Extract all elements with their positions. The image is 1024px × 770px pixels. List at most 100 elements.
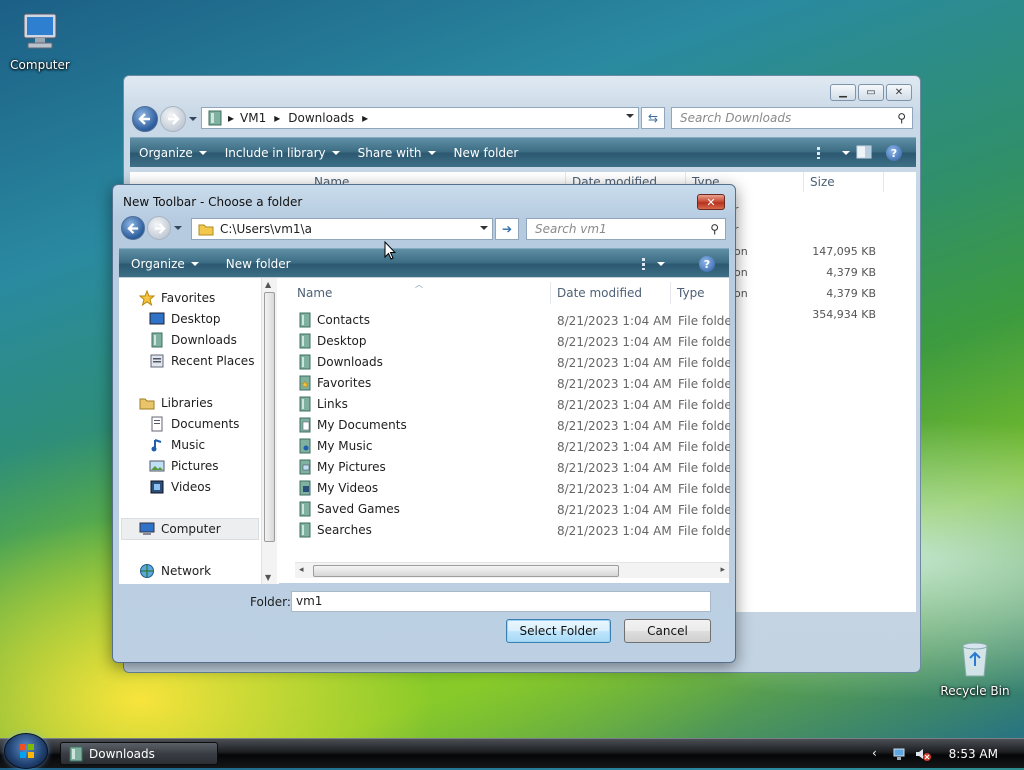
cancel-button[interactable]: Cancel	[624, 619, 711, 643]
close-button[interactable]: ✕	[886, 84, 912, 101]
table-row[interactable]: My Music 8/21/2023 1:04 AM File folder	[297, 436, 730, 457]
minimize-button[interactable]: ▁	[830, 84, 856, 101]
back-arrow-icon	[138, 113, 150, 125]
start-button[interactable]	[4, 733, 48, 769]
close-icon: ✕	[706, 195, 716, 209]
network-tray-icon[interactable]	[892, 746, 908, 762]
nav-favorites-desktop[interactable]: Desktop	[149, 309, 221, 329]
file-list-horizontal-scrollbar[interactable]: ◂ ▸	[295, 562, 729, 578]
address-dropdown[interactable]	[480, 226, 488, 230]
type-cell: on	[734, 245, 748, 258]
organize-menu[interactable]: Organize	[130, 138, 216, 167]
recent-pages-dropdown[interactable]	[174, 226, 182, 230]
minimize-icon: ▁	[839, 87, 847, 98]
recent-pages-dropdown[interactable]	[189, 117, 197, 121]
navigation-pane-scrollbar[interactable]: ▲ ▼	[261, 278, 277, 584]
column-header-size[interactable]: Size	[804, 172, 884, 192]
scroll-left-icon[interactable]: ◂	[299, 565, 304, 575]
refresh-button[interactable]: ⇆	[641, 107, 665, 129]
table-row[interactable]: My Videos 8/21/2023 1:04 AM File folder	[297, 478, 730, 499]
share-with-menu[interactable]: Share with	[349, 138, 445, 167]
preview-pane-icon[interactable]	[856, 145, 872, 159]
table-row[interactable]: Desktop 8/21/2023 1:04 AM File folder	[297, 331, 730, 352]
scroll-down-icon[interactable]: ▼	[265, 573, 271, 582]
table-row[interactable]: Contacts 8/21/2023 1:04 AM File folder	[297, 310, 730, 331]
new-folder-label: New folder	[453, 145, 519, 160]
view-dropdown[interactable]	[842, 151, 850, 155]
help-icon[interactable]: ?	[886, 145, 902, 161]
nav-network[interactable]: Network	[139, 561, 211, 581]
chevron-down-icon	[198, 150, 207, 155]
my-videos-folder-icon	[297, 480, 313, 496]
view-dropdown[interactable]	[657, 262, 665, 266]
new-folder-button[interactable]: New folder	[208, 249, 300, 278]
column-header-type[interactable]: Type	[671, 282, 729, 304]
new-folder-label: New folder	[225, 256, 291, 271]
volume-muted-icon[interactable]	[914, 746, 932, 762]
table-row[interactable]: Searches 8/21/2023 1:04 AM File folder	[297, 520, 730, 541]
chevron-down-icon	[331, 150, 340, 155]
row-date: 8/21/2023 1:04 AM	[557, 524, 672, 538]
dialog-search-input[interactable]: Search vm1 ⚲	[526, 218, 726, 240]
scrollbar-thumb[interactable]	[313, 565, 619, 577]
new-folder-button[interactable]: New folder	[445, 138, 528, 167]
recent-places-icon	[149, 353, 165, 369]
clock-time[interactable]: 8:53 AM	[949, 747, 998, 761]
nav-libraries-videos[interactable]: Videos	[149, 477, 211, 497]
nav-libraries-music[interactable]: Music	[149, 435, 205, 455]
maximize-button[interactable]: ▭	[858, 84, 884, 101]
show-hidden-icons-button[interactable]: ‹	[872, 746, 877, 760]
column-header-name[interactable]: Name ︿	[291, 280, 551, 304]
address-bar[interactable]: ▸ VM1 ▸ Downloads ▸	[201, 107, 639, 129]
nav-label: Downloads	[171, 333, 237, 347]
help-icon[interactable]: ?	[699, 256, 715, 272]
back-button[interactable]	[121, 216, 145, 240]
table-row[interactable]: My Pictures 8/21/2023 1:04 AM File folde…	[297, 457, 730, 478]
nav-label: Pictures	[171, 459, 219, 473]
column-header-label: Name	[297, 286, 333, 300]
breadcrumb-item-downloads[interactable]: Downloads	[288, 111, 354, 125]
taskbar-button-downloads[interactable]: Downloads	[60, 742, 218, 765]
view-options-icon[interactable]	[641, 257, 647, 271]
include-in-library-menu[interactable]: Include in library	[216, 138, 349, 167]
folder-input[interactable]: vm1	[291, 591, 711, 612]
breadcrumb-separator-icon: ▸	[228, 111, 235, 125]
table-row[interactable]: Links 8/21/2023 1:04 AM File folder	[297, 394, 730, 415]
breadcrumb-item-vm1[interactable]: VM1	[240, 111, 266, 125]
contacts-folder-icon	[297, 312, 313, 328]
nav-libraries-pictures[interactable]: Pictures	[149, 456, 219, 476]
column-header-label: Type	[677, 286, 705, 300]
nav-libraries[interactable]: Libraries	[139, 393, 213, 413]
desktop-icon-recycle-bin[interactable]: Recycle Bin	[935, 636, 1015, 698]
dialog-close-button[interactable]: ✕	[697, 194, 725, 210]
desktop-icon-computer[interactable]: Computer	[0, 10, 80, 72]
organize-menu[interactable]: Organize	[119, 249, 208, 278]
nav-favorites[interactable]: Favorites	[139, 288, 215, 308]
address-dropdown[interactable]	[626, 114, 634, 118]
nav-favorites-downloads[interactable]: Downloads	[149, 330, 237, 350]
search-input[interactable]: Search Downloads ⚲	[671, 107, 913, 129]
dialog-address-bar[interactable]: C:\Users\vm1\a	[191, 218, 493, 240]
forward-button[interactable]	[160, 106, 186, 132]
column-header-date-modified[interactable]: Date modified	[551, 282, 671, 304]
nav-buttons	[132, 106, 197, 132]
table-row[interactable]: My Documents 8/21/2023 1:04 AM File fold…	[297, 415, 730, 436]
library-icon	[69, 746, 83, 762]
table-row[interactable]: Favorites 8/21/2023 1:04 AM File folder	[297, 373, 730, 394]
nav-computer[interactable]: Computer	[139, 519, 221, 539]
scroll-up-icon[interactable]: ▲	[265, 280, 271, 289]
scrollbar-thumb[interactable]	[264, 292, 275, 542]
dialog-content: Favorites Desktop Downloads Recent Place…	[119, 277, 730, 584]
select-folder-button[interactable]: Select Folder	[506, 619, 611, 643]
links-folder-icon	[297, 396, 313, 412]
view-options-icon[interactable]	[816, 146, 830, 160]
nav-label: Music	[171, 438, 206, 452]
nav-favorites-recent-places[interactable]: Recent Places	[149, 351, 254, 371]
nav-libraries-documents[interactable]: Documents	[149, 414, 239, 434]
table-row[interactable]: Downloads 8/21/2023 1:04 AM File folder	[297, 352, 730, 373]
forward-button[interactable]	[147, 216, 171, 240]
table-row[interactable]: Saved Games 8/21/2023 1:04 AM File folde…	[297, 499, 730, 520]
go-button[interactable]: ➔	[495, 218, 519, 240]
back-button[interactable]	[132, 106, 158, 132]
scroll-right-icon[interactable]: ▸	[720, 565, 725, 575]
